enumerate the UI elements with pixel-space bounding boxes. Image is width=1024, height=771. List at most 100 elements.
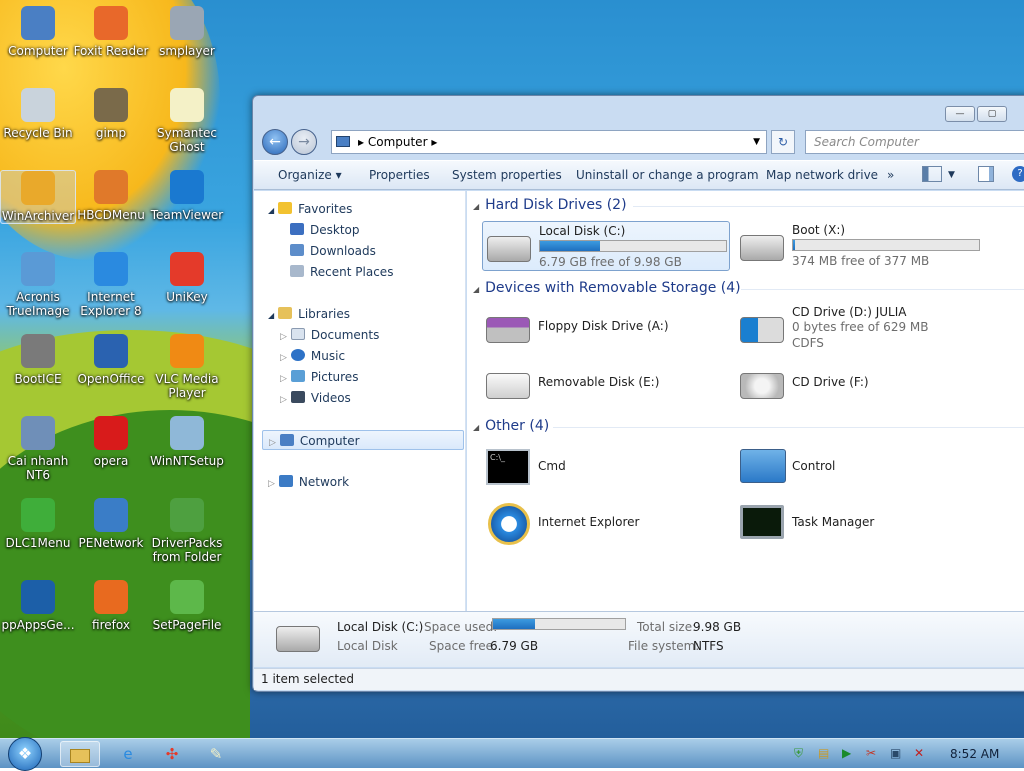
- minimize-button[interactable]: —: [945, 106, 975, 122]
- desktop-icon-computer[interactable]: Computer: [0, 6, 76, 58]
- desktop-icon-openoffice[interactable]: OpenOffice: [73, 334, 149, 386]
- group-header-removable-storage[interactable]: ◢ Devices with Removable Storage (4): [473, 280, 1024, 296]
- desktop-icon-hbcdmenu[interactable]: HBCDMenu: [73, 170, 149, 222]
- shield-tray-icon[interactable]: ⛨: [794, 746, 803, 761]
- internet-explorer-tile[interactable]: Internet Explorer: [482, 499, 730, 549]
- status-bar: 1 item selected: [254, 668, 1024, 690]
- volume-muted-icon[interactable]: ✕: [914, 746, 924, 760]
- clock[interactable]: 8:52 AM: [950, 747, 999, 761]
- nav-libraries[interactable]: ◢ Libraries: [268, 304, 350, 324]
- tools-tray-icon[interactable]: ✂: [866, 746, 876, 760]
- preview-pane-icon[interactable]: [978, 166, 994, 182]
- nav-videos-label: Videos: [310, 391, 351, 405]
- view-dropdown-icon[interactable]: ▼: [948, 170, 955, 180]
- nav-computer[interactable]: ▷ Computer: [262, 430, 464, 450]
- properties-button[interactable]: Properties: [369, 168, 430, 182]
- desktop-icon-penetwork[interactable]: PENetwork: [73, 498, 149, 550]
- nav-pictures[interactable]: ▷ Pictures: [280, 367, 358, 387]
- desktop-icon-vlc-media-player[interactable]: VLC Media Player: [149, 334, 225, 400]
- drive-d-tile[interactable]: CD Drive (D:) JULIA 0 bytes free of 629 …: [736, 303, 984, 357]
- desktop-icon-cai-nhanh-nt6[interactable]: Cai nhanh NT6: [0, 416, 76, 482]
- desktop-icon-winarchiver[interactable]: WinArchiver: [0, 170, 76, 224]
- system-properties-button[interactable]: System properties: [452, 168, 562, 182]
- desktop-icon-label: Foxit Reader: [73, 44, 149, 58]
- drive-a-tile[interactable]: Floppy Disk Drive (A:): [482, 303, 730, 353]
- address-bar[interactable]: ▸ Computer ▸ ▼: [331, 130, 767, 154]
- details-fs-label: File system:: [628, 639, 700, 653]
- map-network-drive-button[interactable]: Map network drive: [766, 168, 878, 182]
- task-manager-tile[interactable]: Task Manager: [736, 499, 984, 549]
- collapse-arrow-icon: ▷: [269, 438, 276, 448]
- desktop-icon-internet-explorer-8[interactable]: Internet Explorer 8: [73, 252, 149, 318]
- drive-c-tile[interactable]: Local Disk (C:) 6.79 GB free of 9.98 GB: [482, 221, 730, 271]
- taskbar-explorer-button[interactable]: [60, 741, 100, 767]
- more-commands-button[interactable]: »: [887, 168, 894, 182]
- network-icon: [278, 475, 293, 487]
- group-header-other[interactable]: ◢ Other (4): [473, 418, 1024, 434]
- nav-favorites[interactable]: ◢ Favorites: [268, 199, 352, 219]
- folder-icon: [70, 748, 90, 763]
- refresh-button[interactable]: ↻: [771, 130, 795, 154]
- nav-music[interactable]: ▷ Music: [280, 346, 345, 366]
- address-dropdown-icon[interactable]: ▼: [753, 131, 760, 153]
- taskbar-unikey-button[interactable]: ✣: [152, 741, 192, 767]
- organize-menu[interactable]: Organize ▾: [278, 168, 342, 182]
- desktop-icon-label: gimp: [95, 126, 127, 140]
- desktop-icon-acronis-trueimage[interactable]: Acronis TrueImage: [0, 252, 76, 318]
- collapse-arrow-icon: ▷: [280, 395, 287, 405]
- desktop-icon-foxit-reader[interactable]: Foxit Reader: [73, 6, 149, 58]
- nav-documents[interactable]: ▷ Documents: [280, 325, 379, 345]
- desktop-icon-setpagefile[interactable]: SetPageFile: [149, 580, 225, 632]
- desktop-icon-opera[interactable]: opera: [73, 416, 149, 468]
- vlc-icon: [170, 334, 204, 368]
- group-header-hard-disk-drives[interactable]: ◢ Hard Disk Drives (2): [473, 197, 1024, 213]
- nav-videos[interactable]: ▷ Videos: [280, 388, 351, 408]
- start-button[interactable]: ❖: [8, 737, 42, 771]
- desktop-icon: [290, 223, 304, 235]
- search-input[interactable]: Search Computer: [805, 130, 1024, 154]
- drive-c-usage-bar: [539, 240, 727, 252]
- network-tray-icon[interactable]: ▣: [890, 746, 901, 760]
- desktop-icon-unikey[interactable]: UniKey: [149, 252, 225, 304]
- computer-icon: [279, 434, 294, 446]
- desktop-icon-ppappsge[interactable]: ppAppsGe...: [0, 580, 76, 632]
- forward-button[interactable]: →: [291, 129, 317, 155]
- archive-tray-icon[interactable]: ▤: [818, 746, 829, 760]
- task-manager-icon: [740, 505, 784, 539]
- uninstall-program-button[interactable]: Uninstall or change a program: [576, 168, 759, 182]
- details-name: Local Disk (C:): [337, 620, 424, 634]
- desktop-icon-gimp[interactable]: gimp: [73, 88, 149, 140]
- view-options-icon[interactable]: [922, 166, 942, 182]
- nav-desktop[interactable]: Desktop: [290, 220, 360, 240]
- desktop-icon-driverpacks-from-folder[interactable]: DriverPacks from Folder: [149, 498, 225, 564]
- control-tile[interactable]: Control: [736, 443, 984, 493]
- computer-icon: [21, 6, 55, 40]
- desktop-icon-teamviewer[interactable]: TeamViewer: [149, 170, 225, 222]
- taskbar-ie-button[interactable]: e: [108, 741, 148, 767]
- taskbar-ghost-button[interactable]: ✎: [196, 741, 236, 767]
- nav-downloads[interactable]: Downloads: [290, 241, 376, 261]
- drive-e-tile[interactable]: Removable Disk (E:): [482, 359, 730, 409]
- back-button[interactable]: ←: [262, 129, 288, 155]
- desktop-icon-winntsetup[interactable]: WinNTSetup: [149, 416, 225, 468]
- nav-favorites-label: Favorites: [298, 202, 353, 216]
- nav-recent-places[interactable]: Recent Places: [290, 262, 393, 282]
- desktop-icon-dlc1menu[interactable]: DLC1Menu: [0, 498, 76, 550]
- help-icon[interactable]: ?: [1012, 166, 1024, 182]
- breadcrumb-computer[interactable]: Computer: [368, 135, 428, 149]
- maximize-button[interactable]: ▢: [977, 106, 1007, 122]
- group-label: Other (4): [485, 418, 550, 434]
- desktop-icon-bootice[interactable]: BootICE: [0, 334, 76, 386]
- drive-f-tile[interactable]: CD Drive (F:): [736, 359, 984, 409]
- desktop-icon-smplayer[interactable]: smplayer: [149, 6, 225, 58]
- desktop-icon-symantec-ghost[interactable]: Symantec Ghost: [149, 88, 225, 154]
- nav-network[interactable]: ▷ Network: [268, 472, 349, 492]
- drive-d-name: CD Drive (D:) JULIA: [792, 305, 907, 319]
- play-tray-icon[interactable]: ▶: [842, 746, 851, 760]
- cmd-label: Cmd: [538, 459, 566, 473]
- desktop-icon-recycle-bin[interactable]: Recycle Bin: [0, 88, 76, 140]
- cmd-tile[interactable]: C:\_ Cmd: [482, 443, 730, 493]
- desktop-icon-firefox[interactable]: firefox: [73, 580, 149, 632]
- drive-x-tile[interactable]: Boot (X:) 374 MB free of 377 MB: [736, 221, 984, 271]
- desktop-icon-label: smplayer: [159, 44, 215, 58]
